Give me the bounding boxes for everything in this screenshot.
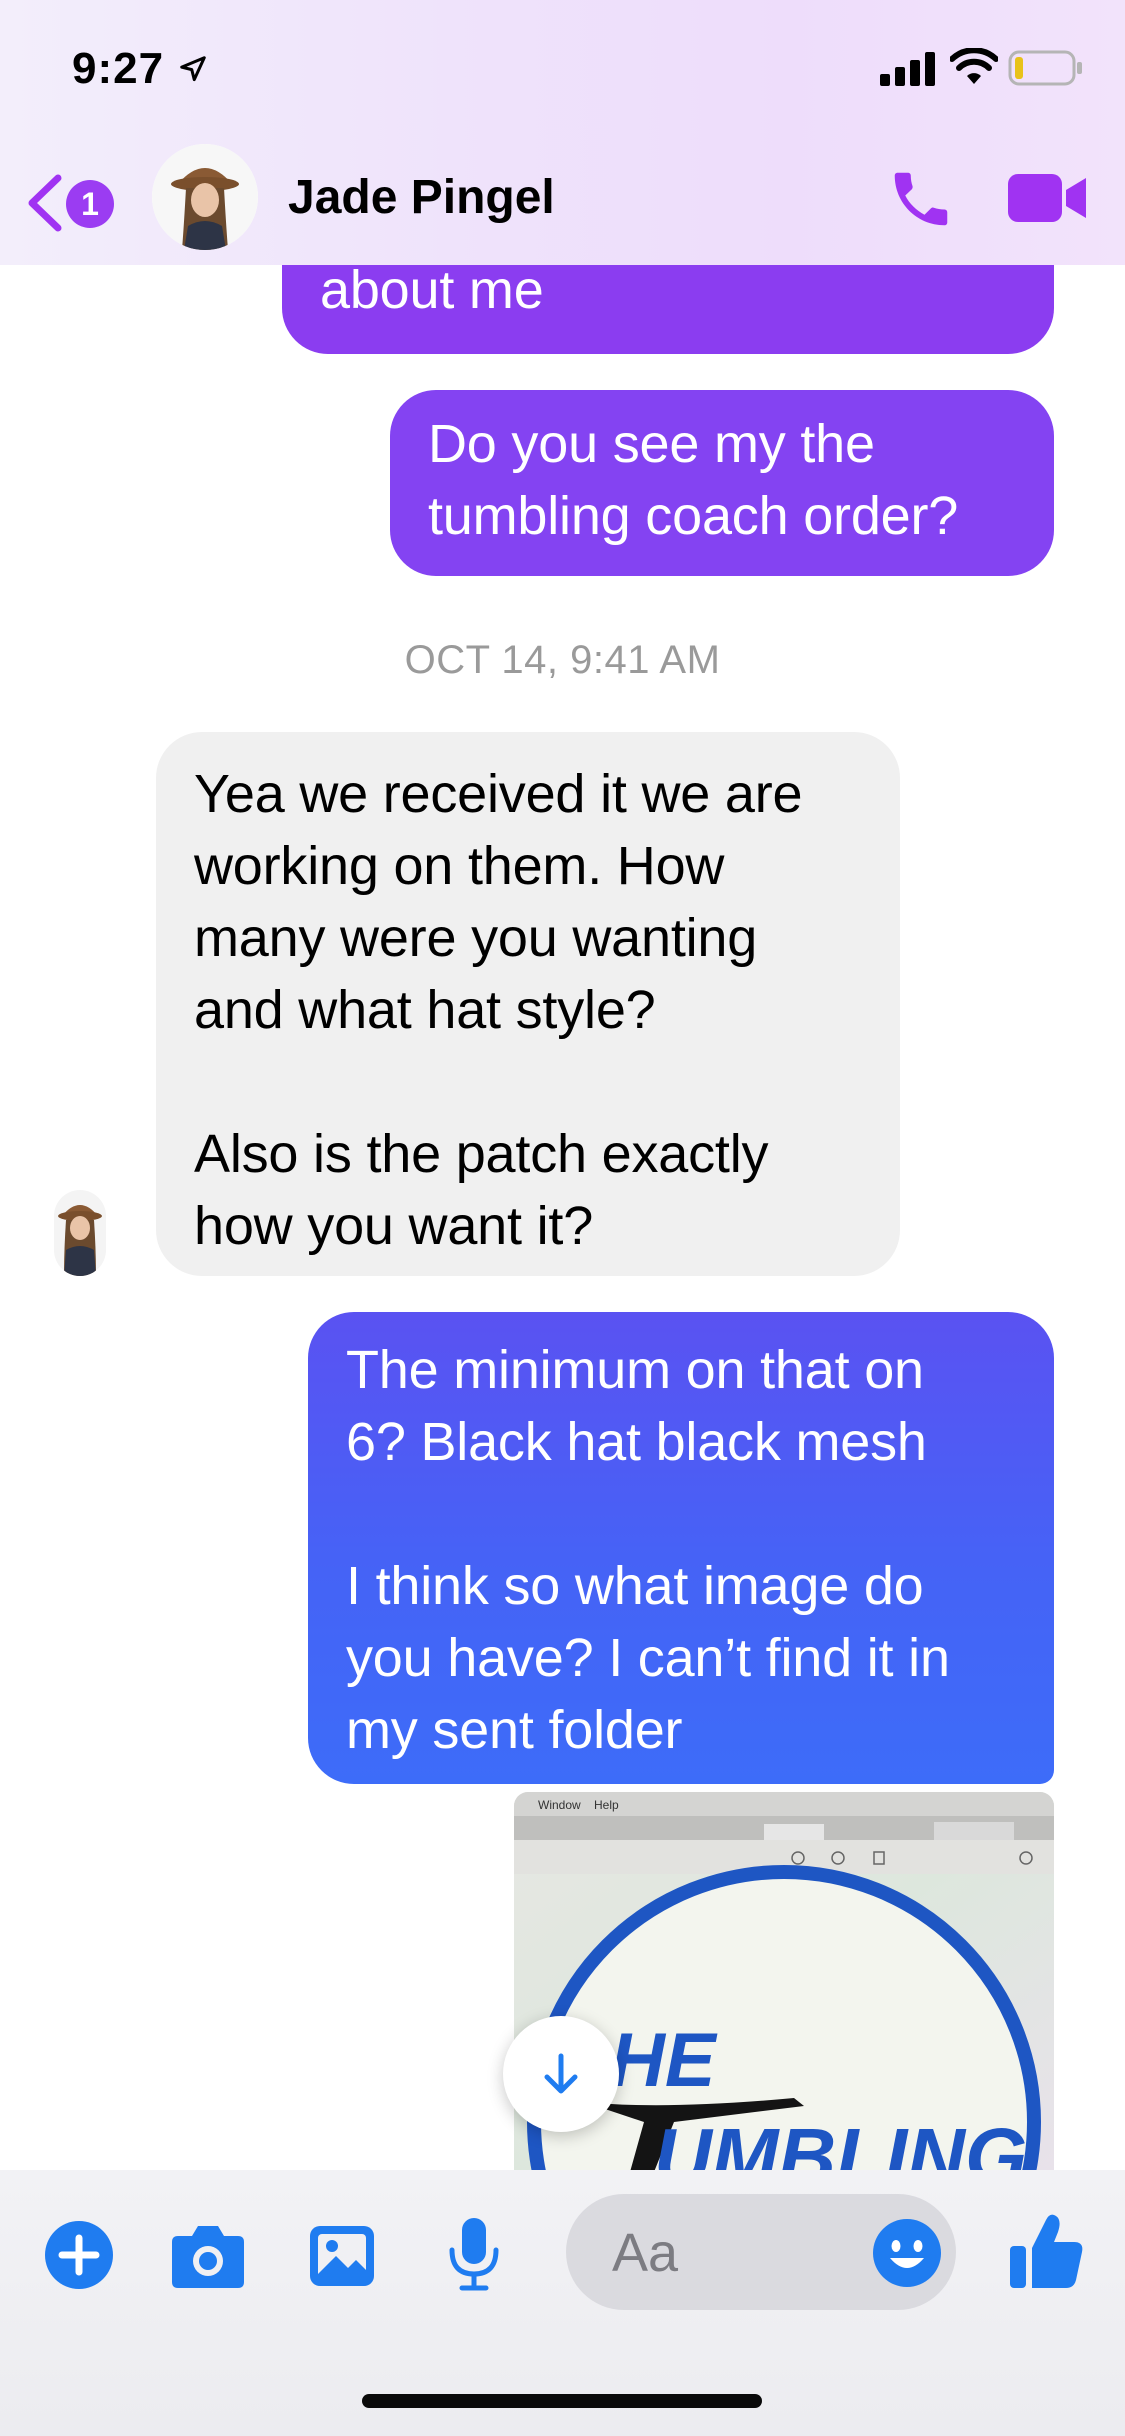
photo-menu-help: Help xyxy=(594,1798,619,1812)
status-time: 9:27 xyxy=(72,44,165,93)
chevron-left-icon xyxy=(28,174,62,232)
avatar-photo xyxy=(54,1190,106,1276)
camera-icon[interactable] xyxy=(170,2220,246,2290)
emoji-icon[interactable] xyxy=(872,2218,942,2288)
cellular-signal-icon xyxy=(880,52,935,86)
status-bar: 9:27 xyxy=(0,0,1125,140)
message-outgoing[interactable]: The minimum on that on 6? Black hat blac… xyxy=(308,1312,1054,1784)
message-input[interactable]: Aa xyxy=(566,2194,956,2310)
battery-icon xyxy=(1008,50,1082,86)
phone-icon[interactable] xyxy=(886,164,956,234)
avatar-photo xyxy=(152,144,258,250)
message-input-placeholder: Aa xyxy=(612,2223,679,2283)
photo-gallery-icon[interactable] xyxy=(308,2224,376,2288)
thumbs-up-icon[interactable] xyxy=(1008,2210,1084,2290)
scroll-to-bottom-button[interactable] xyxy=(503,2016,619,2132)
photo-logo-text-lower: UMBLING xyxy=(654,2112,1027,2172)
chat-header: 1 Jade Pingel xyxy=(0,140,1125,265)
plus-icon[interactable] xyxy=(44,2220,114,2290)
video-camera-icon[interactable] xyxy=(1008,170,1088,226)
photo-menu-window: Window xyxy=(538,1798,581,1812)
sender-avatar[interactable] xyxy=(54,1190,106,1276)
message-incoming[interactable]: Yea we received it we are working on the… xyxy=(156,732,900,1276)
contact-avatar[interactable] xyxy=(152,144,258,250)
microphone-icon[interactable] xyxy=(446,2216,502,2292)
back-button[interactable]: 1 xyxy=(24,168,124,238)
unread-badge: 1 xyxy=(66,180,114,228)
message-timestamp: OCT 14, 9:41 AM xyxy=(404,638,721,682)
photo-logo-text: HE xyxy=(610,2018,718,2103)
location-arrow-icon xyxy=(180,56,206,82)
home-indicator xyxy=(362,2394,762,2408)
message-outgoing[interactable]: Do you see my the tumbling coach order? xyxy=(390,390,1054,576)
contact-name[interactable]: Jade Pingel xyxy=(288,170,555,225)
arrow-down-icon xyxy=(544,2053,578,2094)
wifi-icon xyxy=(950,48,998,84)
